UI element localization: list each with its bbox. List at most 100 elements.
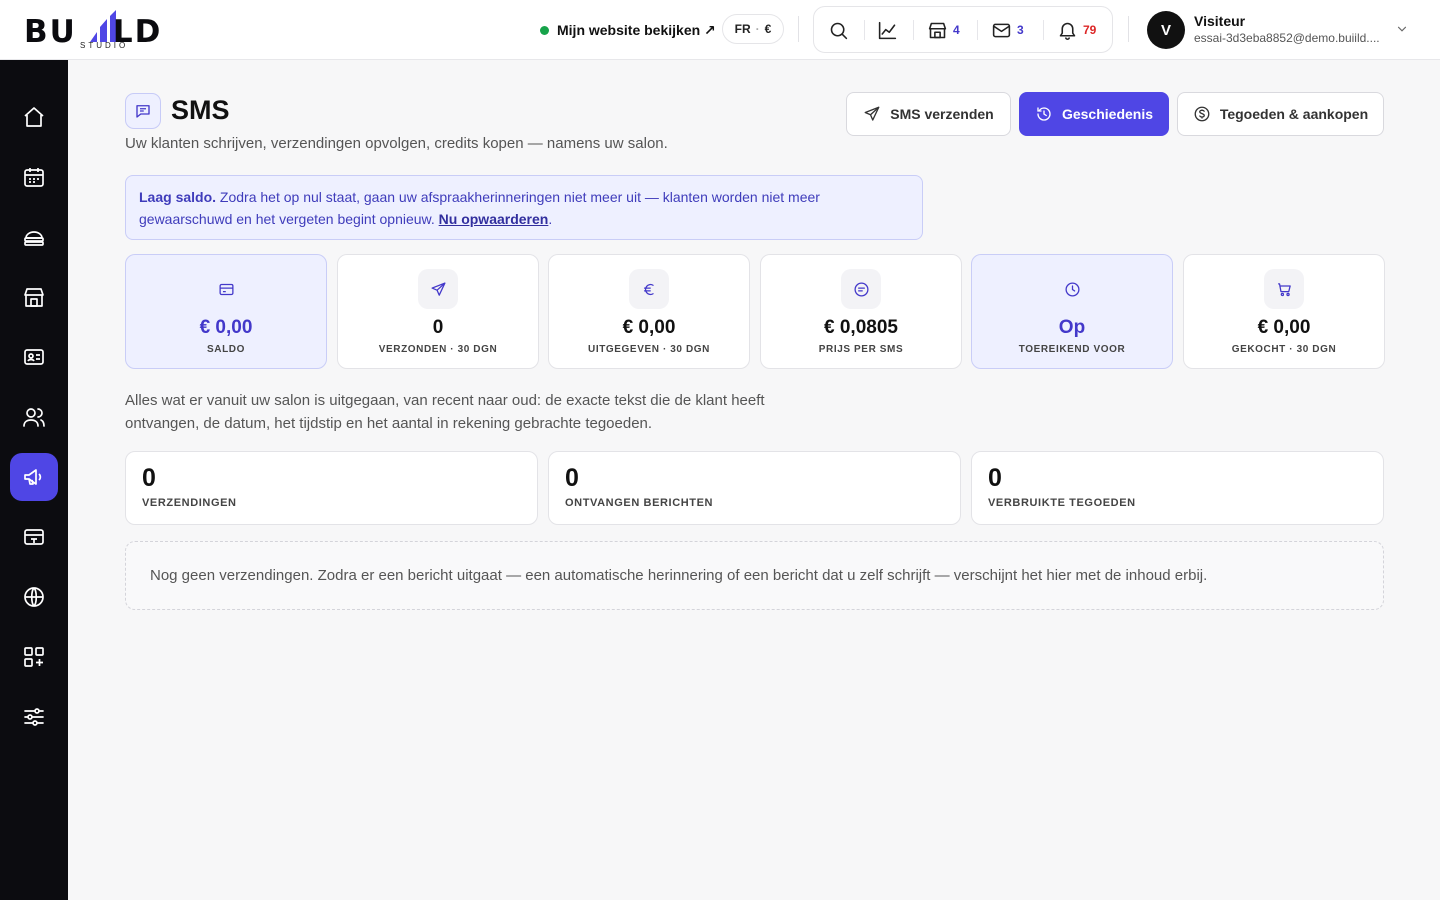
notifications-button[interactable]: 79 <box>1057 19 1096 41</box>
credit-card-icon <box>218 283 234 295</box>
cart-icon <box>1277 282 1291 296</box>
search-icon <box>830 22 848 39</box>
separator-dot: · <box>755 22 760 36</box>
stat-label: SALDO <box>207 344 245 355</box>
stat-card-sufficient-for: Op TOEREIKEND VOOR <box>971 254 1173 369</box>
alert-title: Laag saldo. <box>139 189 217 205</box>
sidebar-item-clients[interactable] <box>10 333 58 381</box>
top-up-link[interactable]: Nu opwaarderen <box>439 211 549 227</box>
stat-value: € 0,0805 <box>824 317 898 338</box>
stat-card-purchased: € 0,00 GEKOCHT · 30 DGN <box>1183 254 1385 369</box>
stat-value: € 0,00 <box>1257 317 1311 338</box>
analytics-icon <box>878 21 897 39</box>
credits-purchases-label: Tegoeden & aankopen <box>1219 106 1369 122</box>
storefront-icon <box>24 288 44 307</box>
view-website-link[interactable]: Mijn website bekijken ↗ <box>540 20 716 40</box>
currency-symbol: € <box>764 22 772 36</box>
language-code: FR <box>734 22 751 36</box>
divider <box>1128 16 1129 42</box>
search-button[interactable] <box>828 19 849 41</box>
bell-icon <box>1059 22 1076 40</box>
store-icon <box>928 22 947 38</box>
history-button[interactable]: Geschiedenis <box>1019 92 1169 136</box>
stat-value: Op <box>1058 317 1086 338</box>
avatar: V <box>1147 11 1185 49</box>
header-toolbar: 4 3 79 <box>813 6 1113 53</box>
count-card-received: 0 ONTVANGEN BERICHTEN <box>548 451 961 525</box>
language-currency-selector[interactable]: FR · € <box>722 14 784 44</box>
stat-icon-wrap <box>418 269 458 309</box>
sidebar-item-salon[interactable] <box>10 273 58 321</box>
stat-icon-wrap <box>629 269 669 309</box>
stat-label: GEKOCHT · 30 DGN <box>1231 344 1337 355</box>
users-icon <box>23 408 45 427</box>
count-label: VERZENDINGEN <box>142 497 237 509</box>
online-status-dot <box>540 25 549 35</box>
send-icon <box>430 281 446 296</box>
stat-value: 0 <box>432 317 444 338</box>
chevron-down-icon <box>1397 26 1407 32</box>
store-count: 4 <box>953 23 960 37</box>
count-value: 0 <box>565 464 579 492</box>
stat-icon-wrap <box>206 269 246 309</box>
history-icon <box>1037 107 1051 121</box>
logo-subtitle: STUDIO <box>80 41 129 50</box>
sidebar-item-apps[interactable] <box>10 633 58 681</box>
sidebar-item-payments[interactable] <box>10 513 58 561</box>
empty-state: Nog geen verzendingen. Zodra er een beri… <box>125 541 1384 610</box>
user-name: Visiteur <box>1194 13 1246 29</box>
sidebar-item-website[interactable] <box>10 573 58 621</box>
mail-button[interactable]: 3 <box>991 19 1024 41</box>
stat-label: PRIJS PER SMS <box>818 344 904 355</box>
store-button[interactable]: 4 <box>927 19 960 41</box>
clock-icon <box>1064 281 1080 297</box>
stat-icon-wrap <box>841 269 881 309</box>
stat-card-price-per-sms: € 0,0805 PRIJS PER SMS <box>760 254 962 369</box>
count-value: 0 <box>988 464 1002 492</box>
sidebar-item-services[interactable] <box>10 213 58 261</box>
divider <box>864 20 865 40</box>
send-icon <box>864 106 880 121</box>
low-balance-alert: Laag saldo. Zodra het op nul staat, gaan… <box>125 175 923 240</box>
stat-icon-wrap <box>1052 269 1092 309</box>
sidebar-item-home[interactable] <box>10 93 58 141</box>
logo[interactable]: BU LD STUDIO <box>24 8 184 52</box>
alert-end: . <box>548 211 553 227</box>
stat-card-balance: € 0,00 SALDO <box>125 254 327 369</box>
message-icon <box>853 281 869 297</box>
view-website-label: Mijn website bekijken ↗ <box>557 21 716 38</box>
stat-label: UITGEGEVEN · 30 DGN <box>588 344 710 355</box>
sms-page-icon <box>125 93 161 129</box>
divider <box>913 20 914 40</box>
count-value: 0 <box>142 464 156 492</box>
sidebar-item-team[interactable] <box>10 393 58 441</box>
send-sms-button[interactable]: SMS verzenden <box>846 92 1011 136</box>
payment-icon <box>24 529 44 545</box>
globe-icon <box>24 587 44 607</box>
sidebar-item-sms[interactable] <box>10 453 58 501</box>
stat-value: € 0,00 <box>199 317 253 338</box>
count-card-used-credits: 0 VERBRUIKTE TEGOEDEN <box>971 451 1384 525</box>
stat-value: € 0,00 <box>622 317 676 338</box>
stat-card-sent: 0 VERZONDEN · 30 DGN <box>337 254 539 369</box>
page-subtitle: Uw klanten schrijven, verzendingen opvol… <box>125 135 668 152</box>
top-bar: BU LD STUDIO Mijn website bekijken ↗ FR ·… <box>0 0 1440 60</box>
home-icon <box>24 107 44 127</box>
empty-state-text: Nog geen verzendingen. Zodra er een beri… <box>150 567 1208 584</box>
credits-purchases-button[interactable]: Tegoeden & aankopen <box>1177 92 1384 136</box>
mail-count: 3 <box>1017 23 1024 37</box>
analytics-button[interactable] <box>877 19 898 41</box>
user-menu[interactable]: V Visiteur essai-3d3eba8852@demo.buiild.… <box>1147 10 1417 50</box>
page-title: SMS <box>171 95 230 125</box>
sidebar-item-settings[interactable] <box>10 693 58 741</box>
mail-icon <box>992 23 1011 37</box>
stat-icon-wrap <box>1264 269 1304 309</box>
notifications-count: 79 <box>1083 23 1097 37</box>
coin-icon <box>1194 106 1210 122</box>
sidebar-item-calendar[interactable] <box>10 153 58 201</box>
divider <box>798 16 799 42</box>
chat-bubble-icon <box>136 105 150 118</box>
send-sms-label: SMS verzenden <box>890 106 994 122</box>
count-label: ONTVANGEN BERICHTEN <box>565 497 714 509</box>
service-icon <box>24 231 44 246</box>
